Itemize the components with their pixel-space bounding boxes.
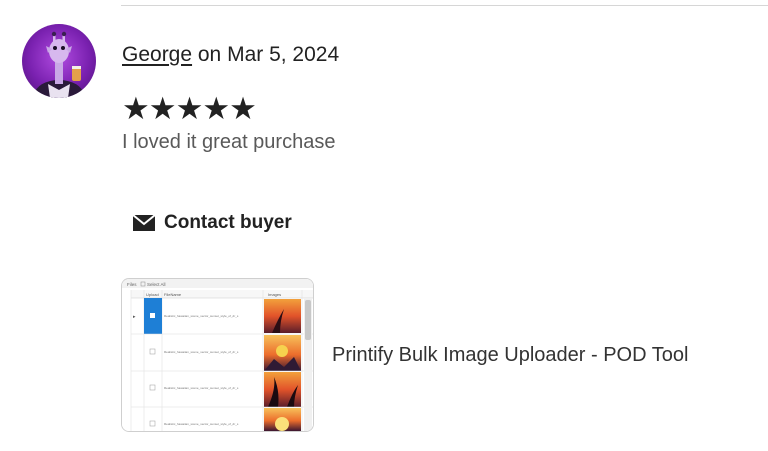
giraffe-avatar-icon: [35, 31, 83, 98]
divider: [121, 5, 768, 6]
review-text: I loved it great purchase: [122, 131, 336, 153]
thumb-col-images: Images: [268, 292, 281, 297]
product-screenshot-image: Files Select All Upload FileName Images …: [122, 279, 313, 431]
thumb-col-upload: Upload: [146, 292, 159, 297]
reviewer-info: George on Mar 5, 2024: [122, 43, 339, 67]
contact-buyer-label: Contact buyer: [164, 212, 292, 233]
envelope-icon: [132, 214, 156, 231]
thumb-select-all-label: Select All: [147, 282, 166, 287]
svg-text:Realistic_hawaiian_scene_vecto: Realistic_hawaiian_scene_vector_sunset_s…: [164, 350, 239, 354]
review-card: George on Mar 5, 2024 ★★★★★ I loved it g…: [0, 0, 768, 451]
product-title-link[interactable]: Printify Bulk Image Uploader - POD Tool: [332, 344, 688, 367]
svg-text:Realistic_hawaiian_scene_vecto: Realistic_hawaiian_scene_vector_sunset_s…: [164, 422, 239, 426]
thumb-col-filename: FileName: [164, 292, 182, 297]
thumb-scrollbar: [305, 300, 311, 340]
star-rating: ★★★★★: [122, 91, 257, 126]
avatar[interactable]: [22, 24, 96, 98]
svg-text:Realistic_hawaiian_scene_vecto: Realistic_hawaiian_scene_vector_sunset_s…: [164, 386, 239, 390]
thumb-row-filename: Realistic_hawaiian_scene_vector_sunset_s…: [164, 314, 239, 318]
product-thumbnail[interactable]: Files Select All Upload FileName Images …: [121, 278, 314, 432]
contact-buyer-button[interactable]: Contact buyer: [132, 209, 292, 237]
reviewer-name-link[interactable]: George: [122, 43, 192, 66]
thumb-files-label: Files: [127, 282, 137, 287]
review-date: on Mar 5, 2024: [192, 43, 340, 66]
